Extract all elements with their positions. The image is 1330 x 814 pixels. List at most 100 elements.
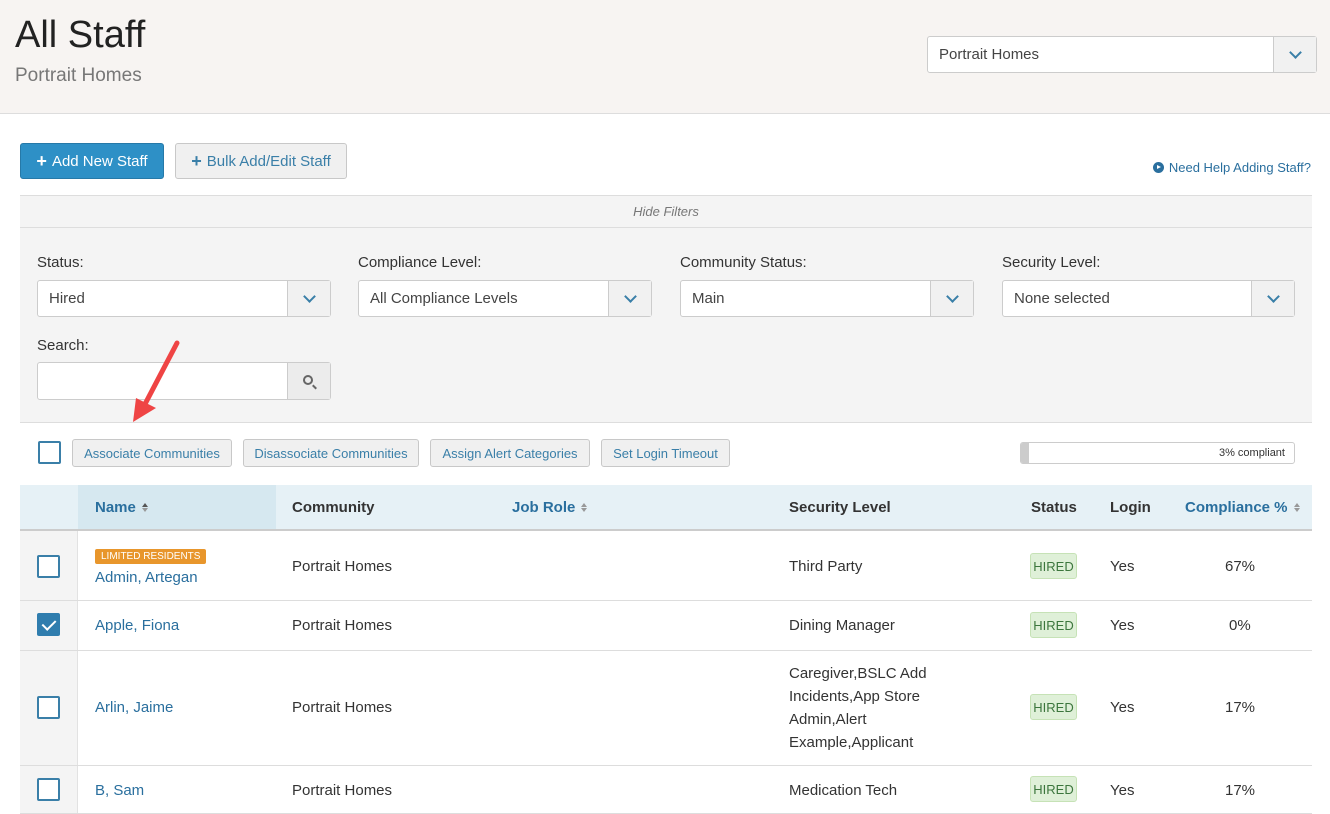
column-header-name-label: Name xyxy=(95,499,136,516)
column-header-community: Community xyxy=(292,499,375,516)
column-header-status: Status xyxy=(1031,499,1077,516)
chevron-down-icon xyxy=(945,289,959,303)
column-header-compliance-label: Compliance % xyxy=(1185,499,1288,516)
row-checkbox[interactable] xyxy=(37,555,60,578)
security-level-cell: Third Party xyxy=(789,558,863,575)
row-checkbox[interactable] xyxy=(37,696,60,719)
login-cell: Yes xyxy=(1110,617,1135,634)
compliance-cell: 17% xyxy=(1225,782,1256,799)
security-level-line: Example,Applicant xyxy=(789,734,914,751)
sort-icon xyxy=(1294,503,1300,512)
row-select-cell xyxy=(20,531,78,600)
community-cell: Portrait Homes xyxy=(292,617,393,634)
filters-panel: Hide Filters Status: Hired Compliance Le… xyxy=(20,195,1312,423)
limited-residents-badge: LIMITED RESIDENTS xyxy=(95,549,207,564)
login-cell: Yes xyxy=(1110,699,1135,716)
row-select-cell xyxy=(20,766,78,813)
community-status-label: Community Status: xyxy=(680,254,807,271)
staff-name-link[interactable]: Apple, Fiona xyxy=(95,617,179,634)
security-level-cell: Dining Manager xyxy=(789,617,895,634)
chevron-down-icon xyxy=(1288,45,1302,59)
select-all-checkbox[interactable] xyxy=(38,441,61,464)
staff-name-link[interactable]: B, Sam xyxy=(95,782,144,799)
row-select-cell xyxy=(20,601,78,650)
security-level-value: None selected xyxy=(1014,290,1110,307)
staff-name-link[interactable]: Admin, Artegan xyxy=(95,569,198,586)
community-cell: Portrait Homes xyxy=(292,558,393,575)
row-checkbox[interactable] xyxy=(37,613,60,636)
page-title: All Staff xyxy=(15,14,146,56)
community-cell: Portrait Homes xyxy=(292,782,393,799)
column-header-login: Login xyxy=(1110,499,1151,516)
play-circle-icon xyxy=(1152,162,1164,173)
search-button[interactable] xyxy=(287,363,330,399)
help-adding-staff-link[interactable]: Need Help Adding Staff? xyxy=(1152,160,1311,175)
page-subtitle: Portrait Homes xyxy=(15,65,142,86)
compliance-level-value: All Compliance Levels xyxy=(370,290,518,307)
compliance-progress-fill xyxy=(1021,443,1030,463)
login-cell: Yes xyxy=(1110,782,1135,799)
assign-alert-categories-button[interactable]: Assign Alert Categories xyxy=(430,439,590,467)
sort-icon xyxy=(142,503,148,512)
set-login-timeout-button[interactable]: Set Login Timeout xyxy=(601,439,730,467)
plus-icon: + xyxy=(36,151,47,171)
status-badge: HIRED xyxy=(1030,694,1077,720)
search-label: Search: xyxy=(37,337,89,354)
table-row: Apple, Fiona Portrait Homes Dining Manag… xyxy=(20,601,1312,651)
community-cell: Portrait Homes xyxy=(292,699,393,716)
compliance-level-toggle[interactable] xyxy=(608,281,651,316)
security-level-line: Caregiver,BSLC Add xyxy=(789,665,927,682)
chevron-down-icon xyxy=(302,289,316,303)
column-header-job-role[interactable]: Job Role xyxy=(512,499,587,516)
security-level-line: Incidents,App Store xyxy=(789,688,920,705)
table-row: B, Sam Portrait Homes Medication Tech HI… xyxy=(20,766,1312,814)
compliance-progress-bar: 3% compliant xyxy=(1020,442,1295,464)
login-cell: Yes xyxy=(1110,558,1135,575)
add-new-staff-button[interactable]: + Add New Staff xyxy=(20,143,164,179)
plus-icon: + xyxy=(191,151,202,171)
chevron-down-icon xyxy=(623,289,637,303)
staff-table-header: Name Community Job Role Security Level S… xyxy=(20,485,1312,531)
search-icon xyxy=(303,375,313,385)
status-filter-select[interactable]: Hired xyxy=(37,280,331,317)
compliance-cell: 17% xyxy=(1225,699,1256,716)
column-header-name[interactable]: Name xyxy=(95,499,148,516)
hide-filters-toggle[interactable]: Hide Filters xyxy=(20,196,1312,228)
table-row: LIMITED RESIDENTS Admin, Artegan Portrai… xyxy=(20,531,1312,601)
annotation-arrow-icon xyxy=(133,340,180,422)
help-link-label: Need Help Adding Staff? xyxy=(1168,160,1311,175)
row-select-cell xyxy=(20,651,78,765)
compliance-level-select[interactable]: All Compliance Levels xyxy=(358,280,652,317)
bulk-add-edit-staff-button[interactable]: + Bulk Add/Edit Staff xyxy=(175,143,347,179)
status-badge: HIRED xyxy=(1030,612,1077,638)
row-checkbox[interactable] xyxy=(37,778,60,801)
page-header: All Staff Portrait Homes Portrait Homes xyxy=(0,0,1330,114)
community-status-value: Main xyxy=(692,290,725,307)
compliance-cell: 67% xyxy=(1225,558,1256,575)
compliance-level-label: Compliance Level: xyxy=(358,254,482,271)
community-status-select[interactable]: Main xyxy=(680,280,974,317)
security-level-toggle[interactable] xyxy=(1251,281,1294,316)
staff-name-link[interactable]: Arlin, Jaime xyxy=(95,699,173,716)
status-filter-value: Hired xyxy=(49,290,85,307)
table-row: Arlin, Jaime Portrait Homes Caregiver,BS… xyxy=(20,651,1312,766)
bulk-actions-toolbar: Associate Communities Disassociate Commu… xyxy=(20,423,1312,485)
security-level-select[interactable]: None selected xyxy=(1002,280,1295,317)
community-select-toggle[interactable] xyxy=(1273,37,1316,72)
disassociate-communities-button[interactable]: Disassociate Communities xyxy=(243,439,419,467)
add-new-staff-label: Add New Staff xyxy=(51,152,148,170)
status-filter-toggle[interactable] xyxy=(287,281,330,316)
community-select-value: Portrait Homes xyxy=(939,46,1040,63)
status-filter-label: Status: xyxy=(37,254,84,271)
status-badge: HIRED xyxy=(1030,776,1077,802)
associate-communities-button[interactable]: Associate Communities xyxy=(72,439,232,467)
security-level-line: Admin,Alert xyxy=(789,711,867,728)
sort-icon xyxy=(581,503,587,512)
community-status-toggle[interactable] xyxy=(930,281,973,316)
security-level-cell: Medication Tech xyxy=(789,782,898,799)
column-header-compliance[interactable]: Compliance % xyxy=(1185,499,1300,516)
chevron-down-icon xyxy=(1266,289,1280,303)
bulk-add-edit-label: Bulk Add/Edit Staff xyxy=(206,152,331,170)
community-select[interactable]: Portrait Homes xyxy=(927,36,1317,73)
column-header-job-role-label: Job Role xyxy=(512,499,576,516)
